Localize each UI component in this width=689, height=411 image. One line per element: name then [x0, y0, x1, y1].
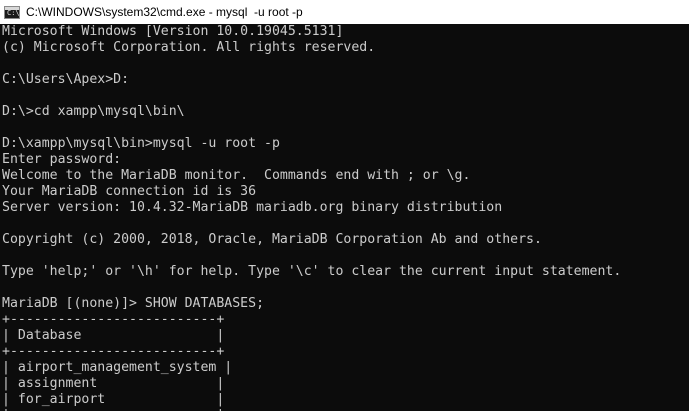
console-line: MariaDB [(none)]> SHOW DATABASES;	[2, 296, 265, 311]
console-line: D:\xampp\mysql\bin>mysql -u root -p	[2, 136, 280, 151]
cmd-icon: C:\	[4, 5, 20, 19]
console-line: | Database |	[2, 328, 225, 343]
console-line: Enter password:	[2, 152, 122, 167]
console-line: (c) Microsoft Corporation. All rights re…	[2, 40, 376, 55]
cmd-window: C:\ C:\WINDOWS\system32\cmd.exe - mysql …	[0, 0, 689, 411]
cmd-icon-glyph: C:\	[7, 8, 20, 17]
console-line: Welcome to the MariaDB monitor. Commands…	[2, 168, 471, 183]
console-line: Type 'help;' or '\h' for help. Type '\c'…	[2, 264, 622, 279]
console-line: +--------------------------+	[2, 312, 225, 327]
console-line: C:\Users\Apex>D:	[2, 72, 130, 87]
console-line: Copyright (c) 2000, 2018, Oracle, MariaD…	[2, 232, 542, 247]
console-line: | for_airport |	[2, 392, 225, 407]
console-line: +--------------------------+	[2, 344, 225, 359]
console-line: Microsoft Windows [Version 10.0.19045.51…	[2, 24, 344, 39]
title-bar[interactable]: C:\ C:\WINDOWS\system32\cmd.exe - mysql …	[0, 0, 689, 24]
console-output[interactable]: Microsoft Windows [Version 10.0.19045.51…	[2, 24, 689, 411]
console-line: | assignment |	[2, 376, 225, 391]
console-line: Server version: 10.4.32-MariaDB mariadb.…	[2, 200, 503, 215]
console-line: D:\>cd xampp\mysql\bin\	[2, 104, 185, 119]
console-line: Your MariaDB connection id is 36	[2, 184, 257, 199]
window-title: C:\WINDOWS\system32\cmd.exe - mysql -u r…	[26, 5, 303, 19]
console-line: | airport_management_system |	[2, 360, 233, 375]
